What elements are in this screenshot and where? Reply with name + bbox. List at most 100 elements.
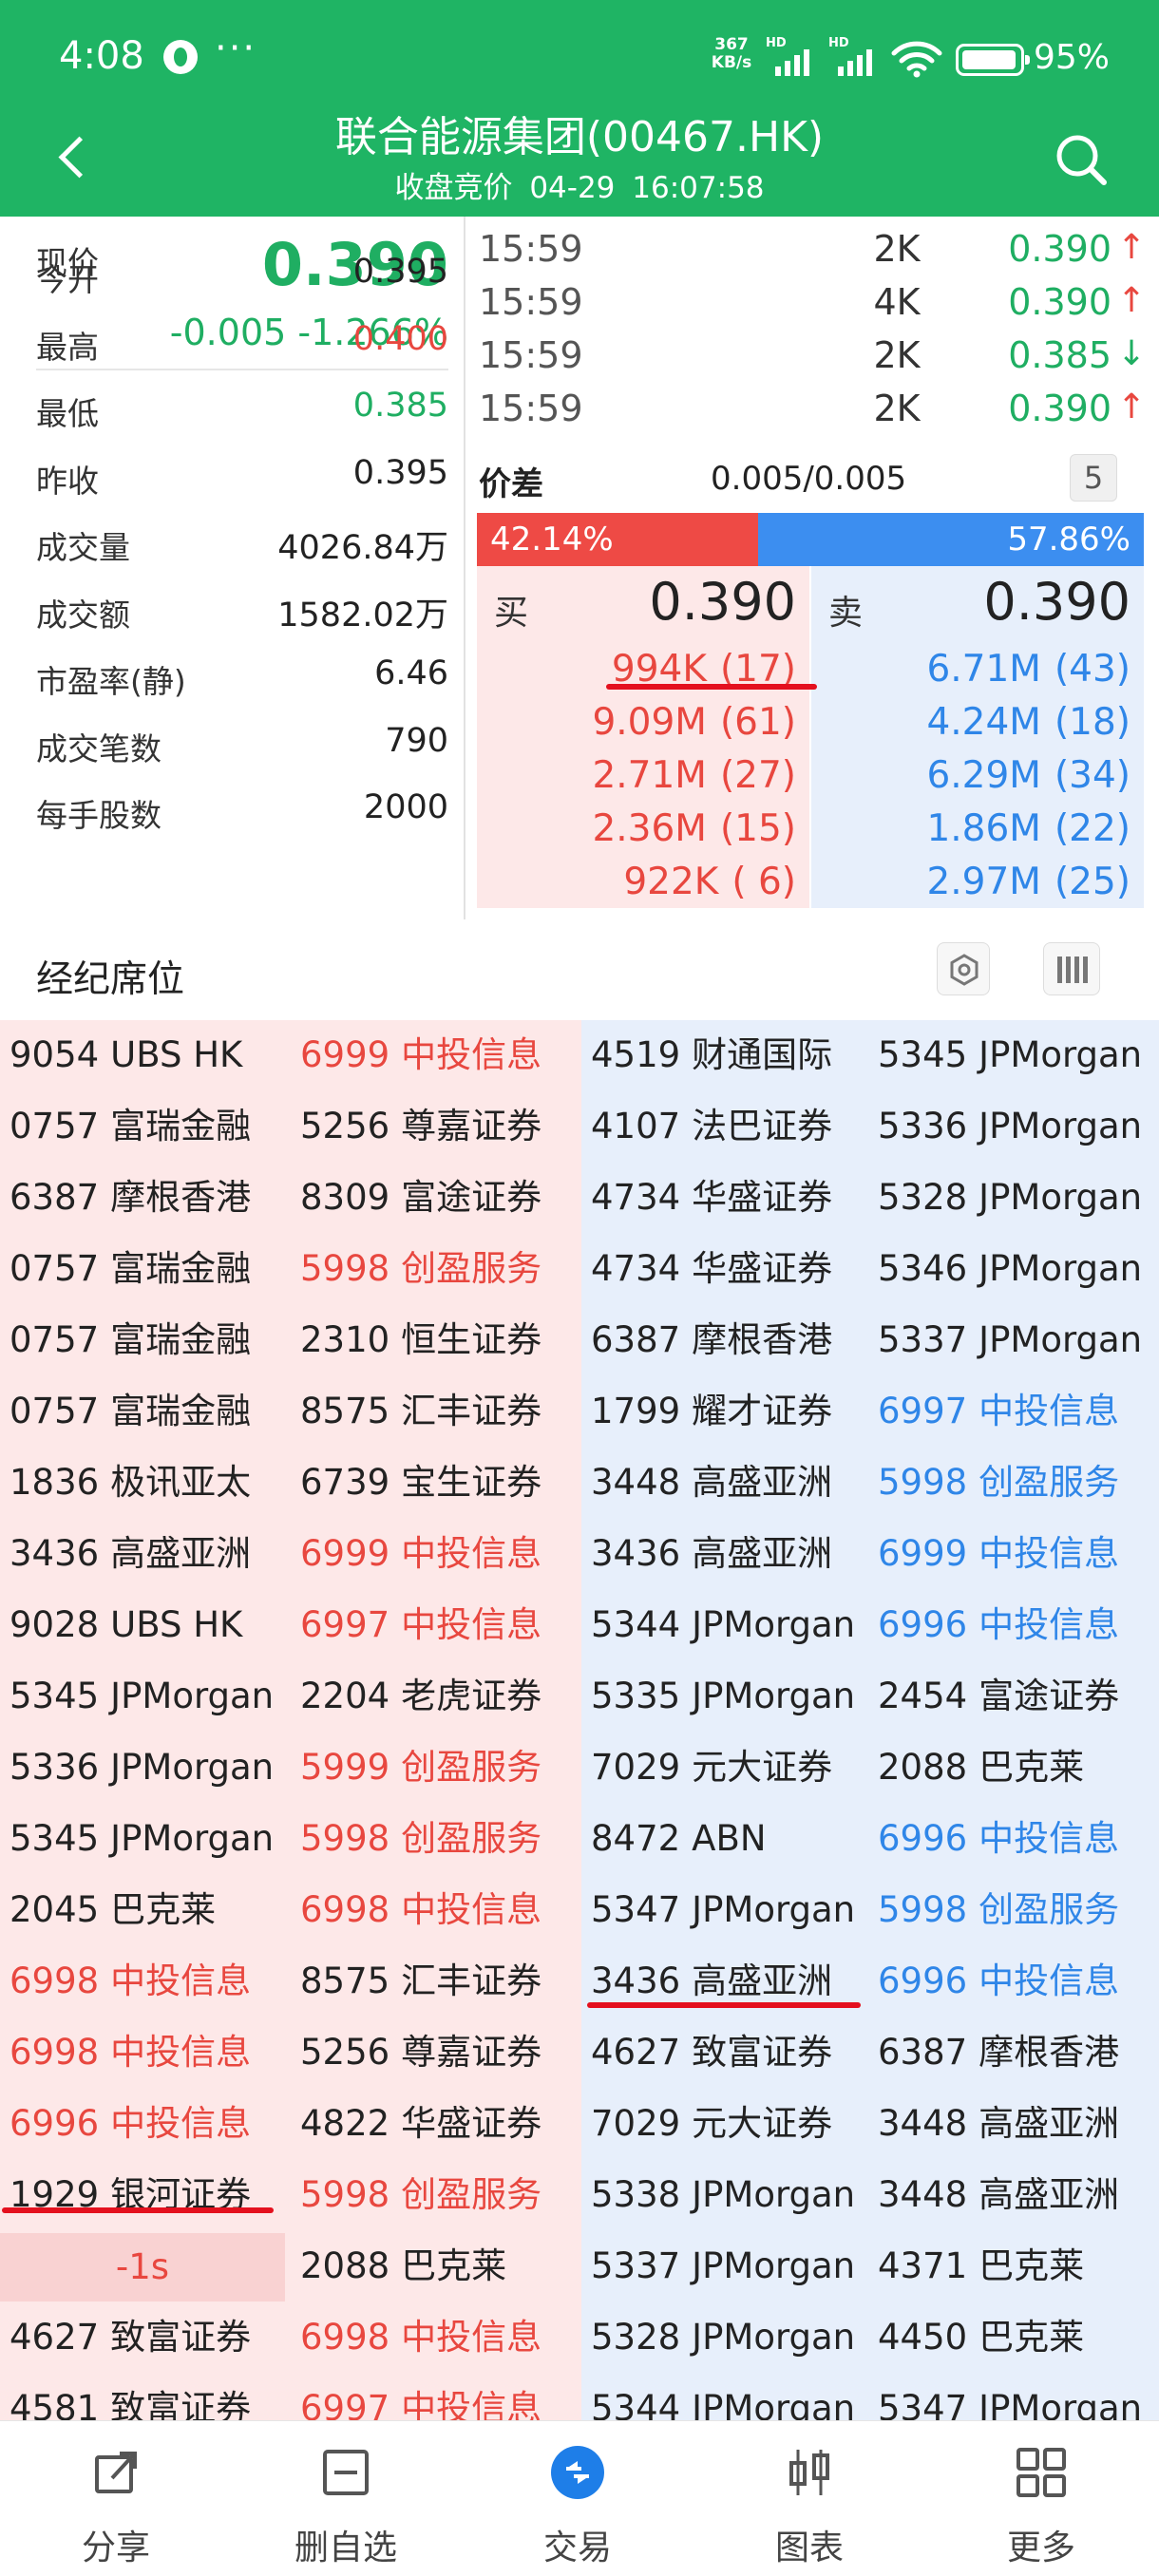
broker-cell[interactable]: 3448 高盛亚洲 — [878, 2171, 1119, 2243]
broker-cell[interactable]: 5998 创盈服务 — [878, 1886, 1119, 1958]
broker-cell[interactable]: 5344 JPMorgan — [591, 2385, 855, 2420]
broker-cell[interactable]: 3436 高盛亚洲 — [10, 1530, 251, 1601]
broker-cell[interactable]: 4371 巴克莱 — [878, 2243, 1084, 2314]
broker-cell[interactable]: 2454 富途证券 — [878, 1673, 1119, 1744]
broker-cell[interactable]: 2204 老虎证券 — [300, 1673, 542, 1744]
broker-cell[interactable]: 5346 JPMorgan — [878, 1245, 1142, 1316]
broker-cell[interactable]: 4734 华盛证券 — [591, 1174, 832, 1245]
nav-item-remove-watchlist[interactable]: 删自选 — [251, 2421, 441, 2576]
broker-cell[interactable]: 5328 JPMorgan — [591, 2314, 855, 2385]
broker-cell[interactable]: 4734 华盛证券 — [591, 1245, 832, 1316]
order-level: 2.71M (27) — [592, 754, 796, 797]
settings-icon[interactable] — [937, 942, 990, 995]
broker-cell[interactable]: 7029 元大证券 — [591, 2100, 832, 2171]
nav-item-share[interactable]: 分享 — [21, 2421, 211, 2576]
broker-cell[interactable]: 5328 JPMorgan — [878, 1174, 1142, 1245]
broker-cell[interactable]: 6387 摩根香港 — [878, 2029, 1119, 2100]
broker-cell[interactable]: 5337 JPMorgan — [878, 1316, 1142, 1388]
broker-cell[interactable]: 6997 中投信息 — [300, 2385, 542, 2420]
broker-cell[interactable]: 1836 极讯亚太 — [10, 1459, 251, 1530]
broker-cell[interactable]: 4581 致富证券 — [10, 2385, 251, 2420]
broker-cell[interactable]: 5256 尊嘉证券 — [300, 1103, 542, 1174]
broker-cell[interactable]: 2088 巴克莱 — [878, 1744, 1084, 1815]
broker-cell[interactable]: 8309 富途证券 — [300, 1174, 542, 1245]
broker-cell[interactable]: 6996 中投信息 — [10, 2100, 251, 2171]
broker-cell[interactable]: 6996 中投信息 — [878, 1815, 1119, 1886]
broker-cell[interactable]: 4822 华盛证券 — [300, 2100, 542, 2171]
broker-cell[interactable]: 3436 高盛亚洲 — [591, 1530, 832, 1601]
broker-cell[interactable]: 5998 创盈服务 — [300, 1815, 542, 1886]
bottom-nav: 分享 删自选 交易 图表 更多 — [0, 2420, 1159, 2576]
broker-cell[interactable]: 3448 高盛亚洲 — [878, 2100, 1119, 2171]
broker-cell[interactable]: 4627 致富证券 — [10, 2314, 251, 2385]
broker-code: 1836 — [10, 1462, 100, 1503]
broker-cell[interactable]: 6999 中投信息 — [878, 1530, 1119, 1601]
broker-cell[interactable]: 5344 JPMorgan — [591, 1601, 855, 1673]
broker-cell[interactable]: 5347 JPMorgan — [591, 1886, 855, 1958]
broker-cell[interactable]: 2310 恒生证券 — [300, 1316, 542, 1388]
broker-cell[interactable]: 4627 致富证券 — [591, 2029, 832, 2100]
stat-value: 0.385 — [352, 387, 448, 425]
broker-cell[interactable]: 5256 尊嘉证券 — [300, 2029, 542, 2100]
search-icon[interactable] — [1051, 129, 1112, 190]
broker-code: 5328 — [878, 1177, 968, 1218]
broker-cell[interactable]: 5336 JPMorgan — [878, 1103, 1142, 1174]
broker-name: JPMorgan — [692, 1604, 856, 1645]
broker-cell[interactable]: 4450 巴克莱 — [878, 2314, 1084, 2385]
broker-cell[interactable]: 5998 创盈服务 — [878, 1459, 1119, 1530]
broker-cell[interactable]: 5336 JPMorgan — [10, 1744, 274, 1815]
broker-cell[interactable]: 0757 富瑞金融 — [10, 1103, 251, 1174]
broker-cell[interactable]: 6998 中投信息 — [10, 2029, 251, 2100]
depth-level-button[interactable]: 5 — [1070, 454, 1117, 502]
broker-cell[interactable]: 5338 JPMorgan — [591, 2171, 855, 2243]
broker-cell[interactable]: 5337 JPMorgan — [591, 2243, 855, 2314]
broker-cell[interactable]: 2088 巴克莱 — [300, 2243, 506, 2314]
broker-cell[interactable]: 6997 中投信息 — [300, 1601, 542, 1673]
broker-cell[interactable]: 6998 中投信息 — [300, 2314, 542, 2385]
broker-cell[interactable]: 7029 元大证券 — [591, 1744, 832, 1815]
nav-item-chart[interactable]: 图表 — [714, 2421, 904, 2576]
broker-cell[interactable]: 5345 JPMorgan — [10, 1815, 274, 1886]
broker-cell[interactable]: 4519 财通国际 — [591, 1032, 832, 1103]
broker-name: 创盈服务 — [401, 1747, 542, 1788]
broker-cell[interactable]: 6998 中投信息 — [10, 1958, 251, 2029]
broker-cell[interactable]: 8575 汇丰证券 — [300, 1388, 542, 1459]
broker-name: 高盛亚洲 — [978, 2174, 1120, 2215]
broker-cell[interactable]: 5347 JPMorgan — [878, 2385, 1142, 2420]
broker-cell[interactable]: 8575 汇丰证券 — [300, 1958, 542, 2029]
broker-code: 0757 — [10, 1106, 100, 1146]
broker-cell[interactable]: 2045 巴克莱 — [10, 1886, 216, 1958]
broker-cell[interactable]: 9028 UBS HK — [10, 1601, 242, 1673]
broker-cell[interactable]: 3436 高盛亚洲 — [591, 1958, 832, 2029]
broker-cell[interactable]: 6996 中投信息 — [878, 1601, 1119, 1673]
broker-cell[interactable]: 1799 耀才证券 — [591, 1388, 832, 1459]
broker-cell[interactable]: 3448 高盛亚洲 — [591, 1459, 832, 1530]
column-layout-icon[interactable] — [1043, 942, 1100, 995]
broker-cell[interactable]: 9054 UBS HK — [10, 1032, 242, 1103]
nav-item-more-grid[interactable]: 更多 — [946, 2421, 1136, 2576]
broker-name: 致富证券 — [692, 2032, 833, 2073]
broker-cell[interactable]: 5345 JPMorgan — [10, 1673, 274, 1744]
broker-cell[interactable]: 0757 富瑞金融 — [10, 1388, 251, 1459]
broker-cell[interactable]: 5335 JPMorgan — [591, 1673, 855, 1744]
broker-cell[interactable]: 6999 中投信息 — [300, 1032, 542, 1103]
broker-cell[interactable]: 5999 创盈服务 — [300, 1744, 542, 1815]
order-qty: 2.97M — [926, 861, 1041, 903]
broker-cell[interactable]: 6999 中投信息 — [300, 1530, 542, 1601]
broker-cell[interactable]: 5998 创盈服务 — [300, 1245, 542, 1316]
broker-cell[interactable]: 8472 ABN — [591, 1815, 767, 1886]
broker-code: 3436 — [10, 1533, 100, 1574]
broker-cell[interactable]: 6997 中投信息 — [878, 1388, 1119, 1459]
broker-cell[interactable]: 5998 创盈服务 — [300, 2171, 542, 2243]
broker-cell[interactable]: 6996 中投信息 — [878, 1958, 1119, 2029]
broker-cell[interactable]: 6739 宝生证券 — [300, 1459, 542, 1530]
broker-cell[interactable]: 6387 摩根香港 — [591, 1316, 832, 1388]
broker-cell[interactable]: 6998 中投信息 — [300, 1886, 542, 1958]
broker-cell[interactable]: 6387 摩根香港 — [10, 1174, 251, 1245]
nav-item-trade[interactable]: 交易 — [483, 2421, 673, 2576]
broker-cell[interactable]: 4107 法巴证券 — [591, 1103, 832, 1174]
broker-cell[interactable]: 0757 富瑞金融 — [10, 1316, 251, 1388]
broker-cell[interactable]: 0757 富瑞金融 — [10, 1245, 251, 1316]
broker-name: 高盛亚洲 — [692, 1533, 833, 1574]
broker-cell[interactable]: 5345 JPMorgan — [878, 1032, 1142, 1103]
